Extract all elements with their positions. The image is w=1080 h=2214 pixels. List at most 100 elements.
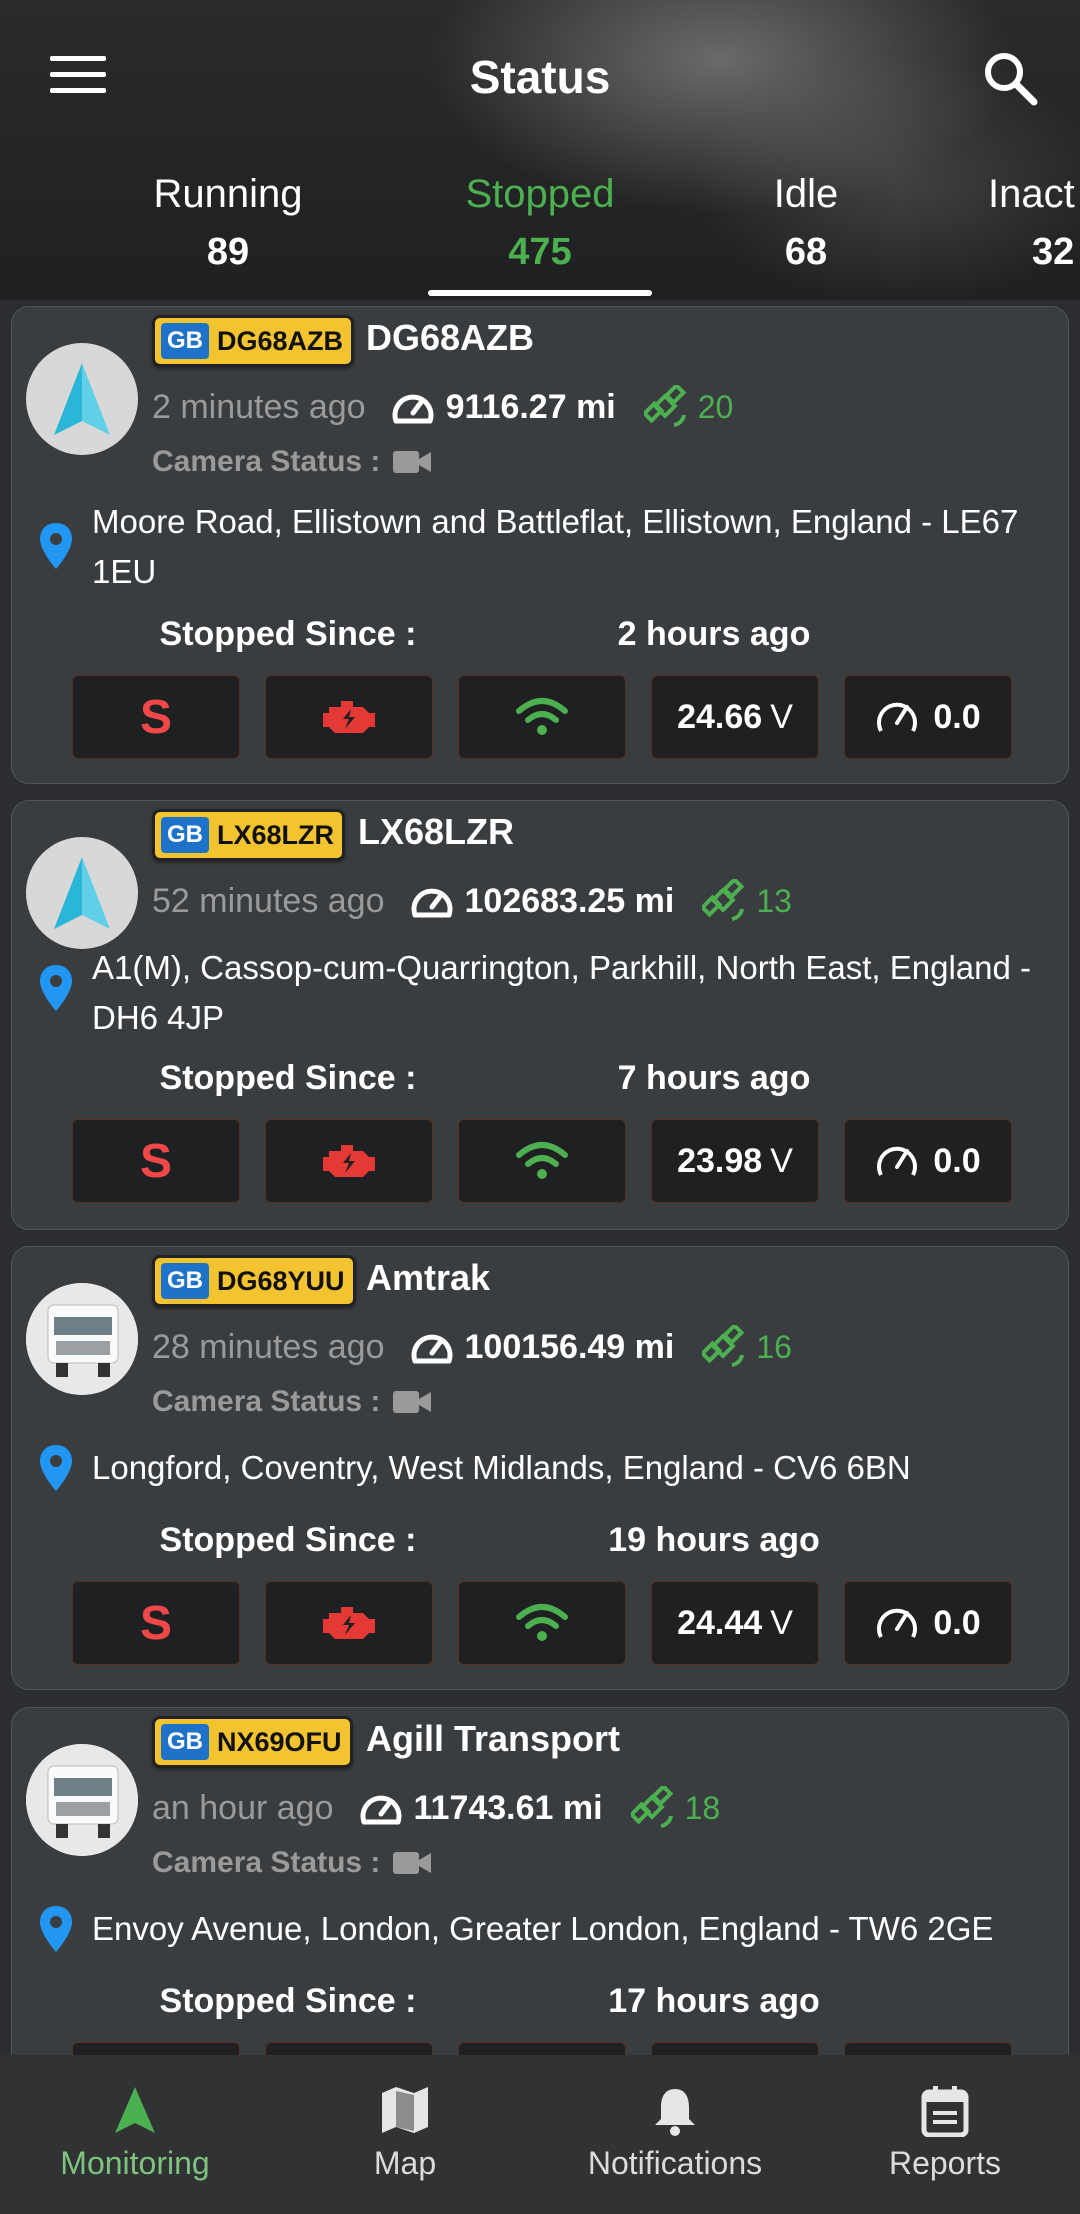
plate-number: DG68YUU: [217, 1265, 345, 1296]
voltage-value: 24.66: [677, 697, 763, 736]
tab-count: 68: [784, 231, 828, 273]
status-tabs: Running 89 Stopped 475 Idle 68 Inact 32: [0, 172, 1080, 300]
truck-icon: [26, 1283, 138, 1395]
tab-running[interactable]: Running 89: [108, 172, 348, 274]
stopped-since-value: 2 hours ago: [617, 615, 811, 653]
satellite-icon: [630, 1786, 673, 1828]
status-indicators: S 23.98 V 0.0: [72, 1119, 1037, 1203]
satellite-count: 16: [756, 1328, 792, 1365]
calendar-report-icon: [921, 2086, 969, 2137]
satellite-count: 13: [756, 882, 792, 919]
license-plate: GB DG68YUU: [152, 1255, 356, 1307]
vehicle-card[interactable]: GB LX68LZR LX68LZR 52 minutes ago 102683.…: [11, 800, 1069, 1230]
tab-inactive[interactable]: Inact 32: [988, 172, 1080, 274]
tab-count: 89: [206, 231, 250, 273]
nav-monitoring[interactable]: Monitoring: [0, 2055, 270, 2182]
vehicle-address: Envoy Avenue, London, Greater London, En…: [92, 1910, 994, 1947]
vehicle-card[interactable]: GB DG68AZB DG68AZB 2 minutes ago 9116.27 …: [11, 306, 1069, 784]
wifi-icon[interactable]: [458, 1581, 626, 1665]
ignition-status[interactable]: S: [72, 1119, 240, 1203]
engine-icon[interactable]: [265, 1119, 433, 1203]
last-update: 2 minutes ago: [152, 387, 366, 426]
nav-map[interactable]: Map: [270, 2055, 540, 2182]
ignition-status[interactable]: S: [72, 675, 240, 759]
speed-indicator[interactable]: 0.0: [844, 1581, 1012, 1665]
camera-status-label: Camera Status :: [152, 445, 381, 478]
nav-label: Map: [373, 2145, 437, 2181]
vehicle-address: Moore Road, Ellistown and Battleflat, El…: [92, 503, 1019, 590]
wifi-icon[interactable]: [458, 1119, 626, 1203]
stopped-since-value: 7 hours ago: [617, 1059, 811, 1097]
stopped-since-value: 17 hours ago: [608, 1982, 820, 2020]
last-update: 28 minutes ago: [152, 1327, 385, 1366]
odometer-value: 102683.25 mi: [464, 881, 675, 920]
engine-icon[interactable]: [265, 1581, 433, 1665]
tab-label: Stopped: [465, 172, 615, 216]
tab-label: Inact: [988, 172, 1075, 216]
last-update: 52 minutes ago: [152, 881, 385, 920]
odometer-value: 100156.49 mi: [464, 1327, 675, 1366]
search-icon[interactable]: [980, 48, 1040, 108]
plate-number: LX68LZR: [217, 819, 335, 850]
arrow-icon: [26, 343, 138, 455]
header: Status Running 89 Stopped 475 Idle 68 In…: [0, 0, 1080, 300]
ignition-status[interactable]: S: [72, 1581, 240, 1665]
tab-stopped[interactable]: Stopped 475: [420, 172, 660, 274]
satellite-icon: [702, 879, 745, 921]
satellite-count: 20: [697, 388, 734, 425]
country-code: GB: [161, 1263, 209, 1299]
speedometer-icon: [877, 702, 918, 732]
speed-value: 0.0: [933, 1603, 981, 1642]
vehicle-address: Longford, Coventry, West Midlands, Engla…: [92, 1449, 911, 1486]
speed-indicator[interactable]: 0.0: [844, 675, 1012, 759]
odometer-icon: [411, 888, 452, 918]
country-code: GB: [161, 1724, 209, 1760]
odometer-value: 9116.27 mi: [445, 387, 616, 426]
nav-reports[interactable]: Reports: [810, 2055, 1080, 2182]
tab-count: 475: [508, 231, 572, 273]
voltage-value: 23.98: [677, 1141, 763, 1180]
voltage-value: 24.44: [677, 1603, 763, 1642]
battery-voltage[interactable]: 24.44 V: [651, 1581, 819, 1665]
video-camera-icon: [393, 451, 432, 473]
last-update: an hour ago: [152, 1788, 334, 1827]
engine-icon[interactable]: [265, 675, 433, 759]
vehicle-meta: 28 minutes ago 100156.49 mi 16: [152, 1325, 792, 1369]
speed-indicator[interactable]: 0.0: [844, 1119, 1012, 1203]
plate-number: NX69OFU: [217, 1726, 342, 1757]
tab-label: Running: [153, 172, 303, 216]
vehicle-meta: 52 minutes ago 102683.25 mi 13: [152, 879, 792, 923]
license-plate: GB LX68LZR: [152, 809, 346, 861]
video-camera-icon: [393, 1391, 432, 1413]
odometer-icon: [360, 1795, 401, 1825]
vehicle-meta: 2 minutes ago 9116.27 mi 20: [152, 385, 733, 429]
tab-count: 32: [1032, 231, 1075, 273]
battery-voltage[interactable]: 24.66 V: [651, 675, 819, 759]
nav-label: Notifications: [587, 2145, 763, 2181]
speedometer-icon: [877, 1608, 918, 1638]
nav-label: Reports: [888, 2145, 1002, 2181]
status-indicators: S 24.44 V 0.0: [72, 1581, 1037, 1665]
speedometer-icon: [877, 1146, 918, 1176]
plate-number: DG68AZB: [217, 325, 344, 356]
truck-icon: [26, 1744, 138, 1856]
vehicle-name: Agill Transport: [366, 1718, 621, 1759]
tab-idle[interactable]: Idle 68: [686, 172, 926, 274]
speed-value: 0.0: [933, 1141, 981, 1180]
navigation-arrow-icon: [115, 2087, 155, 2133]
speed-value: 0.0: [933, 697, 981, 736]
country-code: GB: [161, 323, 209, 359]
camera-status: Camera Status :: [152, 1385, 432, 1419]
vehicle-card[interactable]: GB DG68YUU Amtrak 28 minutes ago 100156.4…: [11, 1246, 1069, 1690]
bottom-navigation: Monitoring Map Notifications Reports: [0, 2055, 1080, 2214]
wifi-icon[interactable]: [458, 675, 626, 759]
location-pin-icon: [40, 1445, 72, 1491]
arrow-icon: [26, 837, 138, 949]
satellite-icon: [702, 1325, 745, 1367]
vehicle-meta: an hour ago 11743.61 mi 18: [152, 1786, 720, 1830]
nav-notifications[interactable]: Notifications: [540, 2055, 810, 2182]
location-pin-icon: [40, 523, 72, 569]
vehicle-address: A1(M), Cassop-cum-Quarrington, Parkhill,…: [92, 949, 1032, 1036]
battery-voltage[interactable]: 23.98 V: [651, 1119, 819, 1203]
voltage-unit: V: [770, 1141, 793, 1180]
